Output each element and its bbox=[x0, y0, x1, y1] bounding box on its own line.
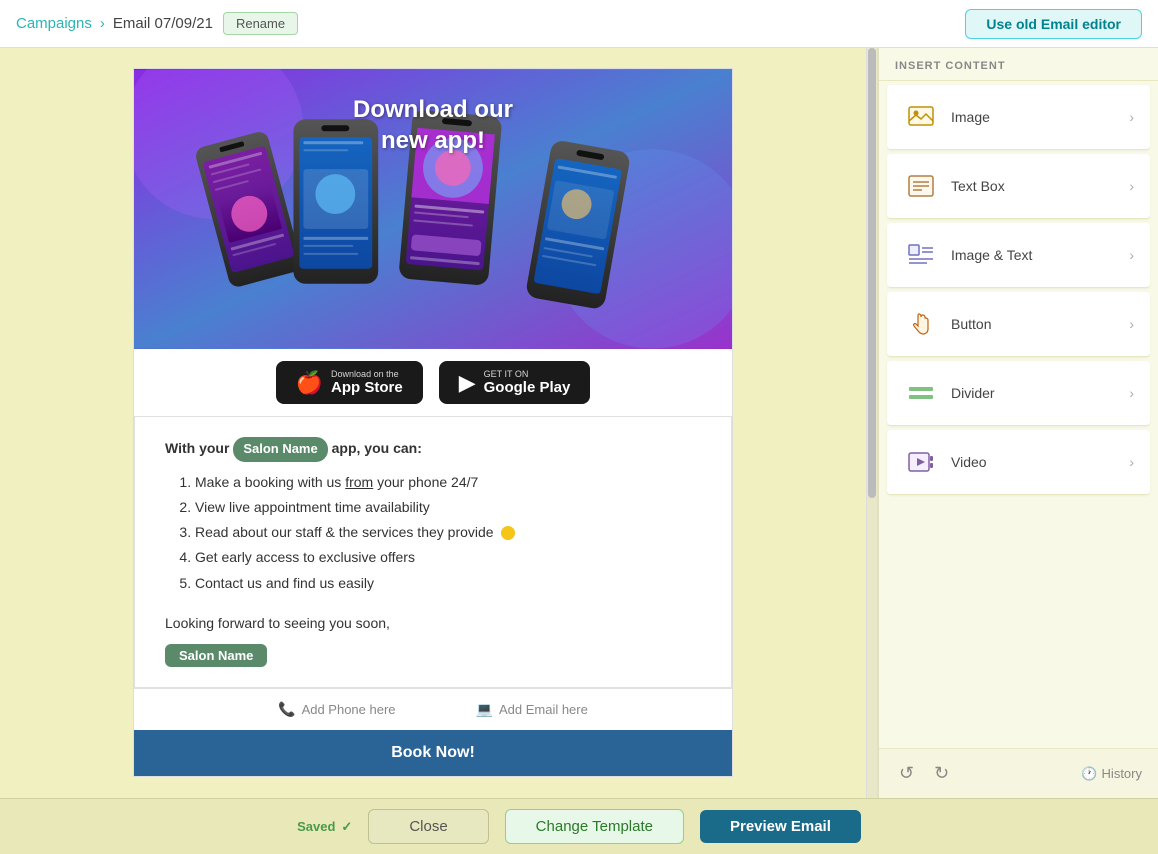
rename-button[interactable]: Rename bbox=[223, 12, 298, 35]
undo-button[interactable]: ↺ bbox=[895, 759, 918, 788]
video-icon bbox=[903, 444, 939, 480]
googleplay-icon: ▶ bbox=[459, 370, 476, 396]
image-icon bbox=[903, 99, 939, 135]
saved-check-icon: ✓ bbox=[341, 819, 352, 835]
canvas-scrollbar[interactable] bbox=[866, 48, 878, 798]
imagetext-label: Image & Text bbox=[951, 247, 1129, 263]
phone-icon: 📞 bbox=[278, 701, 295, 718]
sidebar: INSERT CONTENT Image › bbox=[878, 48, 1158, 798]
button-label: Button bbox=[951, 316, 1129, 332]
main-layout: Download our new app! 🍎 Download on the … bbox=[0, 48, 1158, 798]
divider-icon bbox=[903, 375, 939, 411]
email-title: Email 07/09/21 bbox=[113, 15, 213, 32]
email-label: Add Email here bbox=[499, 702, 588, 717]
campaigns-link[interactable]: Campaigns bbox=[16, 15, 92, 32]
phone-contact[interactable]: 📞 Add Phone here bbox=[278, 701, 395, 718]
features-list: Make a booking with us from your phone 2… bbox=[195, 470, 701, 596]
video-chevron-icon: › bbox=[1129, 454, 1134, 470]
app-title: Download our new app! bbox=[353, 94, 513, 156]
list-item: Make a booking with us from your phone 2… bbox=[195, 470, 701, 495]
header: Campaigns › Email 07/09/21 Rename Use ol… bbox=[0, 0, 1158, 48]
sidebar-item-divider[interactable]: Divider › bbox=[887, 361, 1150, 426]
sidebar-items-list: Image › Text Box › bbox=[879, 81, 1158, 748]
email-contact[interactable]: 💻 Add Email here bbox=[476, 701, 588, 718]
salon-name-tag: Salon Name bbox=[233, 437, 327, 462]
use-old-editor-button[interactable]: Use old Email editor bbox=[965, 9, 1142, 39]
textbox-icon bbox=[903, 168, 939, 204]
list-item: Contact us and find us easily bbox=[195, 571, 701, 596]
divider-label: Divider bbox=[951, 385, 1129, 401]
text-section: With your Salon Name app, you can: Make … bbox=[134, 416, 732, 688]
canvas-area: Download our new app! 🍎 Download on the … bbox=[0, 48, 866, 798]
googleplay-text: GET IT ON Google Play bbox=[484, 369, 571, 396]
list-item: View live appointment time availability bbox=[195, 495, 701, 520]
book-now-button[interactable]: Book Now! bbox=[134, 730, 732, 776]
sidebar-item-textbox[interactable]: Text Box › bbox=[887, 154, 1150, 219]
sidebar-header: INSERT CONTENT bbox=[879, 48, 1158, 81]
intro-text: With your Salon Name app, you can: bbox=[165, 437, 701, 462]
image-label: Image bbox=[951, 109, 1129, 125]
store-buttons-section: 🍎 Download on the App Store ▶ GET IT ON … bbox=[134, 349, 732, 416]
close-button[interactable]: Close bbox=[368, 809, 488, 844]
button-chevron-icon: › bbox=[1129, 316, 1134, 332]
history-button[interactable]: 🕐 History bbox=[1081, 766, 1142, 782]
sidebar-item-imagetext[interactable]: Image & Text › bbox=[887, 223, 1150, 288]
bottom-toolbar: Saved ✓ Close Change Template Preview Em… bbox=[0, 798, 1158, 854]
sidebar-item-video[interactable]: Video › bbox=[887, 430, 1150, 495]
list-item: Get early access to exclusive offers bbox=[195, 545, 701, 570]
video-label: Video bbox=[951, 454, 1129, 470]
breadcrumb: Campaigns › Email 07/09/21 bbox=[16, 15, 213, 32]
textbox-label: Text Box bbox=[951, 178, 1129, 194]
salon-name-footer: Salon Name bbox=[165, 644, 267, 667]
app-image-section: Download our new app! bbox=[134, 69, 732, 349]
looking-forward-text: Looking forward to seeing you soon, bbox=[165, 612, 701, 634]
history-icon: 🕐 bbox=[1081, 766, 1097, 782]
cursor-indicator bbox=[501, 526, 515, 540]
sidebar-item-button[interactable]: Button › bbox=[887, 292, 1150, 357]
phone-label: Add Phone here bbox=[302, 702, 396, 717]
sidebar-footer: ↺ ↻ 🕐 History bbox=[879, 748, 1158, 798]
saved-indicator: Saved ✓ bbox=[297, 819, 352, 835]
change-template-button[interactable]: Change Template bbox=[505, 809, 684, 844]
list-item: Read about our staff & the services they… bbox=[195, 520, 701, 545]
apple-icon: 🍎 bbox=[296, 370, 323, 396]
image-chevron-icon: › bbox=[1129, 109, 1134, 125]
redo-button[interactable]: ↻ bbox=[930, 759, 953, 788]
imagetext-icon bbox=[903, 237, 939, 273]
contact-section: 📞 Add Phone here 💻 Add Email here bbox=[134, 688, 732, 730]
breadcrumb-separator: › bbox=[100, 15, 105, 32]
textbox-chevron-icon: › bbox=[1129, 178, 1134, 194]
email-icon: 💻 bbox=[476, 701, 493, 718]
appstore-button[interactable]: 🍎 Download on the App Store bbox=[276, 361, 423, 404]
preview-email-button[interactable]: Preview Email bbox=[700, 810, 861, 843]
googleplay-button[interactable]: ▶ GET IT ON Google Play bbox=[439, 361, 591, 404]
scrollbar-thumb bbox=[868, 48, 876, 498]
divider-chevron-icon: › bbox=[1129, 385, 1134, 401]
appstore-text: Download on the App Store bbox=[331, 369, 403, 396]
email-canvas: Download our new app! 🍎 Download on the … bbox=[133, 68, 733, 777]
button-icon bbox=[903, 306, 939, 342]
imagetext-chevron-icon: › bbox=[1129, 247, 1134, 263]
sidebar-item-image[interactable]: Image › bbox=[887, 85, 1150, 150]
